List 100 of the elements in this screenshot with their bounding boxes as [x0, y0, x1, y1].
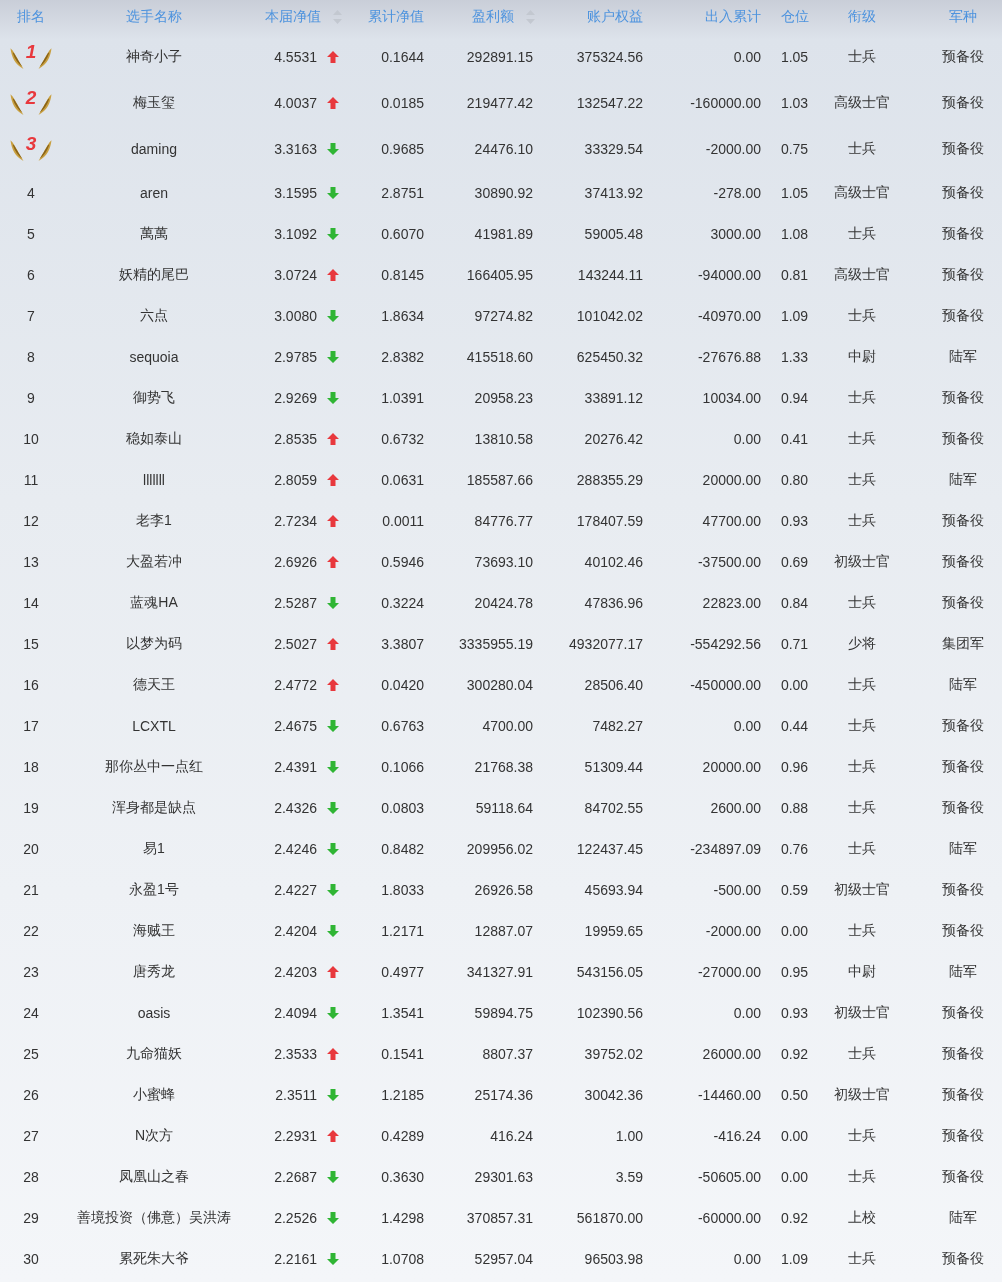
cumulative-value: 1.3541 — [381, 1004, 424, 1021]
account-equity: 47836.96 — [584, 594, 643, 611]
player-name: 神奇小子 — [126, 48, 182, 66]
cash-flow-total: -94000.00 — [697, 266, 761, 283]
net-value: 2.4391 — [274, 758, 317, 775]
service-branch: 陆军 — [948, 962, 977, 981]
account-equity: 102390.56 — [576, 1004, 643, 1021]
column-header: 账户权益 — [587, 8, 643, 26]
account-equity: 178407.59 — [576, 512, 643, 529]
player-name: sequoia — [129, 348, 179, 365]
rank-number: 29 — [23, 1209, 39, 1226]
cumulative-value: 0.8482 — [381, 840, 424, 857]
position-ratio: 1.33 — [780, 348, 809, 365]
profit-amount: 292891.15 — [466, 49, 533, 65]
rank-title: 士兵 — [847, 716, 876, 735]
rank-title: 高级士官 — [833, 183, 890, 202]
cash-flow-total: -160000.00 — [690, 95, 761, 111]
position-ratio: 0.69 — [780, 553, 809, 570]
service-branch: 陆军 — [948, 470, 977, 489]
account-equity: 20276.42 — [584, 430, 643, 447]
position-ratio: 0.75 — [780, 141, 809, 157]
column-header: 仓位 — [780, 8, 809, 26]
net-value: 2.3511 — [275, 1086, 317, 1103]
player-name: 御势飞 — [133, 388, 175, 407]
rank-title: 士兵 — [847, 921, 876, 940]
rank-title: 士兵 — [847, 388, 876, 407]
cumulative-value: 0.0420 — [381, 676, 424, 693]
service-branch: 预备役 — [941, 1249, 984, 1268]
service-branch: 预备役 — [941, 94, 984, 112]
player-name: 萬萬 — [140, 224, 168, 243]
service-branch: 陆军 — [948, 1208, 977, 1227]
profit-amount: 25174.36 — [474, 1086, 533, 1103]
net-value: 3.1092 — [274, 225, 317, 242]
position-ratio: 0.93 — [780, 1004, 809, 1021]
player-name: 大盈若冲 — [126, 552, 182, 571]
net-value: 2.5027 — [274, 635, 317, 652]
net-value: 3.1595 — [274, 184, 317, 201]
cumulative-value: 0.6070 — [381, 225, 424, 242]
service-branch: 预备役 — [941, 224, 984, 243]
service-branch: 预备役 — [941, 593, 984, 612]
cash-flow-total: -450000.00 — [690, 676, 761, 693]
rank-title: 上校 — [847, 1208, 876, 1227]
column-header[interactable]: 盈利额 — [472, 8, 514, 26]
cash-flow-total: -27676.88 — [697, 348, 761, 365]
rank-number: 24 — [23, 1004, 39, 1021]
rank-number: 3 — [25, 133, 37, 155]
net-value: 4.5531 — [274, 49, 317, 65]
rank-number: 9 — [27, 389, 35, 406]
position-ratio: 0.80 — [780, 471, 809, 488]
rank-title: 士兵 — [847, 757, 876, 776]
rank-title: 士兵 — [847, 1126, 876, 1145]
account-equity: 59005.48 — [584, 225, 643, 242]
net-value: 2.4204 — [274, 922, 317, 939]
rank-number: 25 — [23, 1045, 39, 1062]
rank-number: 13 — [23, 553, 39, 570]
position-ratio: 0.92 — [780, 1045, 809, 1062]
column-header[interactable]: 本届净值 — [265, 8, 321, 26]
cumulative-value: 1.2171 — [381, 922, 424, 939]
net-value: 4.0037 — [274, 95, 317, 111]
rank-number: 20 — [23, 840, 39, 857]
cash-flow-total: 0.00 — [733, 1250, 761, 1267]
cumulative-value: 1.4298 — [381, 1209, 424, 1226]
rank-title: 高级士官 — [833, 94, 890, 112]
cash-flow-total: 22823.00 — [702, 594, 761, 611]
net-value: 2.4094 — [274, 1004, 317, 1021]
rank-title: 初级士官 — [833, 1085, 890, 1104]
rank-number: 6 — [27, 266, 35, 283]
position-ratio: 0.95 — [780, 963, 809, 980]
player-name: 九命猫妖 — [126, 1044, 182, 1063]
profit-amount: 300280.04 — [466, 676, 533, 693]
cumulative-value: 0.3630 — [381, 1168, 424, 1185]
cumulative-value: 0.9685 — [381, 141, 424, 157]
profit-amount: 29301.63 — [474, 1168, 533, 1185]
cash-flow-total: 0.00 — [733, 430, 761, 447]
cash-flow-total: 3000.00 — [710, 225, 761, 242]
rank-title: 士兵 — [847, 1249, 876, 1268]
column-header: 选手名称 — [126, 8, 182, 26]
account-equity: 543156.05 — [576, 963, 643, 980]
cumulative-value: 0.3224 — [381, 594, 424, 611]
account-equity: 37413.92 — [584, 184, 643, 201]
service-branch: 预备役 — [941, 388, 984, 407]
player-name: 海贼王 — [133, 921, 175, 940]
profit-amount: 415518.60 — [466, 348, 533, 365]
account-equity: 1.00 — [615, 1127, 643, 1144]
player-name: 德天王 — [133, 675, 175, 694]
rank-title: 初级士官 — [833, 1003, 890, 1022]
rank-title: 少将 — [847, 634, 876, 653]
profit-amount: 341327.91 — [466, 963, 533, 980]
profit-amount: 20958.23 — [474, 389, 533, 406]
position-ratio: 0.41 — [780, 430, 809, 447]
rank-number: 11 — [23, 471, 39, 488]
rank-number: 12 — [23, 512, 39, 529]
player-name: daming — [131, 141, 177, 157]
player-name: oasis — [137, 1004, 171, 1021]
position-ratio: 0.59 — [780, 881, 809, 898]
service-branch: 陆军 — [948, 675, 977, 694]
profit-amount: 97274.82 — [474, 307, 533, 324]
cumulative-value: 0.0011 — [382, 512, 424, 529]
rank-title: 中尉 — [847, 347, 876, 366]
profit-amount: 41981.89 — [474, 225, 533, 242]
